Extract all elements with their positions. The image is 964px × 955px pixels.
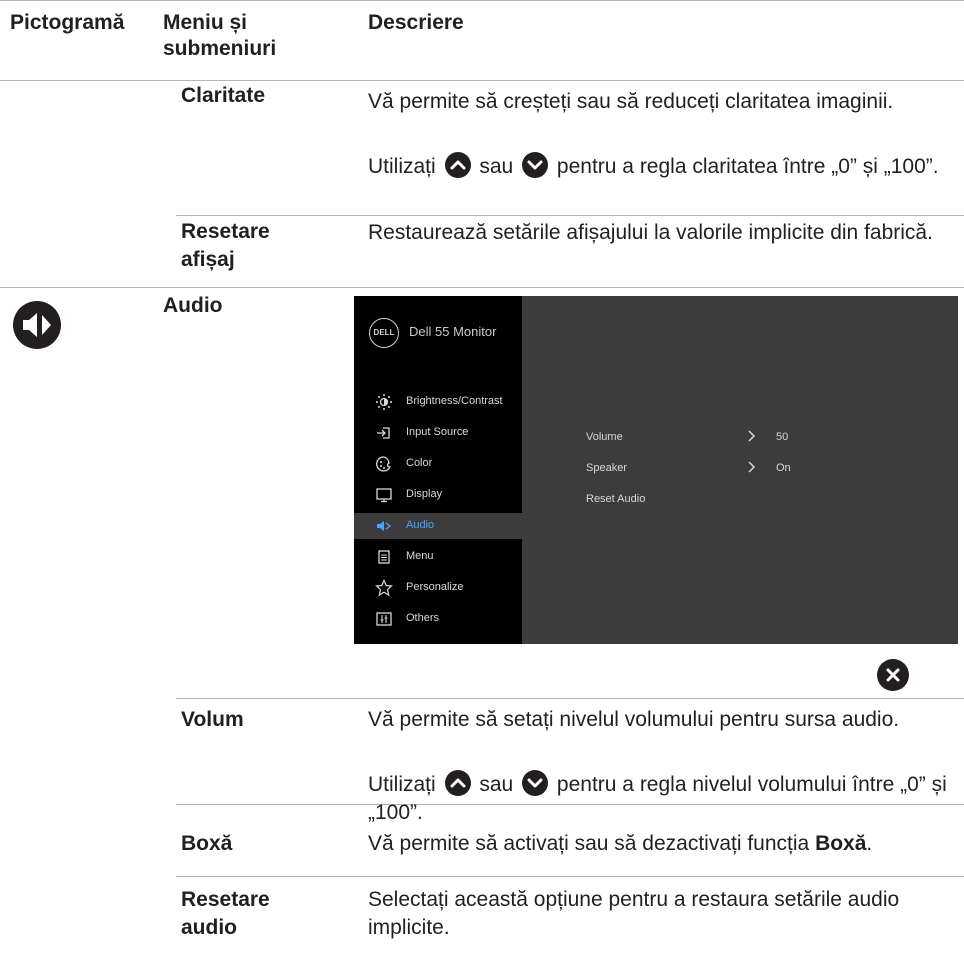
usage-text: pentru a regla claritatea între „0” și „…	[556, 155, 939, 178]
usage-text: Utilizați	[368, 773, 436, 796]
row-resetare-afisaj-desc: Restaurează setările afișajului la valor…	[368, 221, 933, 244]
row-volum-name: Volum	[181, 708, 244, 731]
name-line: Resetare	[181, 888, 270, 911]
row-boxa-name: Boxă	[181, 832, 233, 855]
boxa-desc-bold: Boxă	[815, 832, 867, 855]
row-divider	[0, 287, 964, 288]
osd-item-label: Input Source	[406, 426, 469, 438]
osd-volume-value: 50	[776, 431, 789, 443]
usage-text: Utilizați	[368, 155, 436, 178]
row-volum-usage: Utilizați sau pentru a regla nivelul vol…	[368, 770, 954, 827]
color-icon	[376, 456, 392, 472]
osd-title: Dell 55 Monitor	[409, 324, 497, 339]
osd-item-menu[interactable]: Menu	[354, 544, 522, 570]
osd-setting-reset-audio[interactable]: Reset Audio	[586, 493, 645, 505]
row-resetare-audio-desc: Selectați această opțiune pentru a resta…	[368, 888, 900, 939]
osd-item-color[interactable]: Color	[354, 451, 522, 477]
osd-menu: DELL Dell 55 Monitor Brightness/Contrast…	[354, 296, 958, 644]
osd-item-label: Color	[406, 457, 433, 469]
osd-item-label: Menu	[406, 550, 434, 562]
header-divider	[0, 80, 964, 81]
brightness-icon	[376, 394, 392, 410]
chevron-right-icon	[748, 461, 756, 473]
header-descriere: Descriere	[368, 11, 464, 34]
osd-item-input-source[interactable]: Input Source	[354, 420, 522, 446]
chevron-right-icon	[748, 430, 756, 442]
down-button-icon	[522, 152, 549, 178]
osd-item-label: Display	[406, 488, 443, 500]
row-resetare-afisaj-name: Resetare afișaj	[181, 218, 270, 274]
osd-item-audio[interactable]: Audio	[354, 513, 522, 539]
header-meniu: Meniu și submeniuri	[163, 11, 277, 60]
osd-setting-volume[interactable]: Volume	[586, 431, 623, 443]
row-claritate-name: Claritate	[181, 84, 266, 107]
row-resetare-audio-name: Resetare audio	[181, 886, 270, 942]
name-line: Resetare	[181, 220, 270, 243]
row-audio-name: Audio	[163, 294, 223, 317]
usage-text: sau	[479, 773, 514, 796]
osd-setting-speaker[interactable]: Speaker	[586, 462, 627, 474]
osd-item-label: Personalize	[406, 581, 464, 593]
table-top-border	[0, 0, 964, 1]
others-icon	[376, 612, 392, 626]
row-divider	[176, 215, 964, 216]
row-divider	[176, 876, 964, 877]
osd-item-label: Audio	[406, 519, 435, 531]
close-icon	[877, 659, 909, 691]
row-volum-desc: Vă permite să setați nivelul volumului p…	[368, 708, 900, 731]
up-button-icon	[444, 152, 471, 178]
up-button-icon	[444, 770, 471, 796]
osd-item-label: Brightness/Contrast	[406, 395, 503, 407]
input-source-icon	[377, 427, 390, 439]
osd-item-others[interactable]: Others	[354, 606, 522, 632]
speaker-icon	[13, 301, 61, 349]
row-divider	[176, 698, 964, 699]
osd-sidebar: DELL Dell 55 Monitor Brightness/Contrast…	[354, 296, 522, 644]
row-claritate-desc: Vă permite să creșteți sau să reduceți c…	[368, 90, 894, 113]
boxa-desc-end: .	[866, 832, 873, 855]
display-icon	[376, 488, 392, 503]
osd-speaker-value: On	[776, 462, 791, 474]
osd-item-label: Others	[406, 612, 440, 624]
name-line: afișaj	[181, 248, 235, 271]
dell-logo: DELL	[369, 318, 399, 348]
header-pictograma: Pictogramă	[10, 11, 125, 34]
star-icon	[375, 579, 393, 597]
osd-item-display[interactable]: Display	[354, 482, 522, 508]
osd-item-personalize[interactable]: Personalize	[354, 575, 522, 601]
row-boxa-desc: Vă permite să activați sau să dezactivaț…	[368, 830, 964, 858]
audio-icon	[377, 521, 392, 531]
down-button-icon	[522, 770, 549, 796]
usage-text: sau	[479, 155, 514, 178]
menu-icon	[378, 550, 390, 564]
boxa-desc-text: Vă permite să activați sau să dezactivaț…	[368, 832, 810, 855]
row-claritate-usage: Utilizați sau pentru a regla claritatea …	[368, 152, 954, 181]
name-line: audio	[181, 916, 237, 939]
osd-item-brightness[interactable]: Brightness/Contrast	[354, 389, 522, 415]
